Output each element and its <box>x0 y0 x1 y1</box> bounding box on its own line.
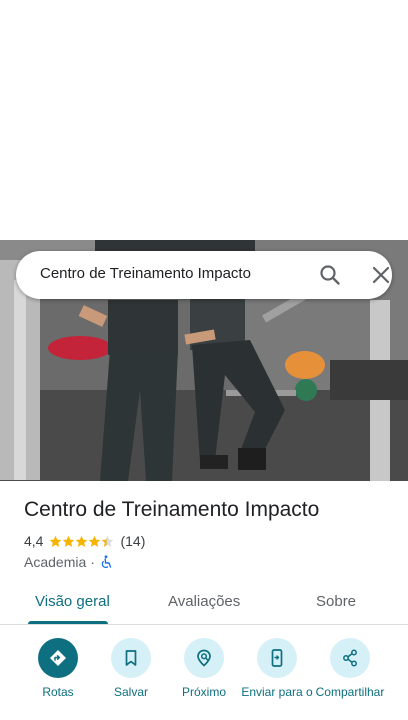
star-icon <box>63 535 75 547</box>
place-category: Academia <box>24 554 87 570</box>
search-query-text[interactable]: Centro de Treinamento Impacto <box>40 265 251 282</box>
send-to-phone-icon[interactable] <box>257 638 297 678</box>
share-icon[interactable] <box>330 638 370 678</box>
close-icon[interactable] <box>370 264 392 286</box>
share-label: Compartilhar <box>315 685 385 699</box>
share-button[interactable]: Compartilhar <box>310 638 390 700</box>
place-details-screen: Centro de Treinamento Impacto Centro de … <box>0 0 408 720</box>
reviews-count: (14) <box>120 533 146 549</box>
wheelchair-icon <box>99 555 113 569</box>
tab-overview[interactable]: Visão geral <box>35 593 110 610</box>
tab-about[interactable]: Sobre <box>316 593 356 610</box>
star-icon <box>102 535 114 547</box>
place-tabs: Visão geral Avaliações Sobre <box>0 580 408 625</box>
nearby-button[interactable]: Próximo <box>164 638 244 700</box>
save-button[interactable]: Salvar <box>91 638 171 700</box>
star-icon <box>50 535 62 547</box>
rating-stars <box>49 535 114 548</box>
search-icon[interactable] <box>318 263 342 287</box>
save-label: Salvar <box>113 685 148 699</box>
search-bar[interactable]: Centro de Treinamento Impacto <box>16 251 392 299</box>
category-row: Academia · <box>24 553 113 571</box>
category-separator: · <box>90 554 95 570</box>
send-to-phone-button[interactable]: Enviar para o <box>237 638 317 700</box>
rating-value: 4,4 <box>24 533 44 549</box>
directions-button[interactable]: Rotas <box>18 638 98 700</box>
directions-icon[interactable] <box>38 638 78 678</box>
send-to-phone-label: Enviar para o <box>241 685 313 699</box>
bookmark-icon[interactable] <box>111 638 151 678</box>
star-icon <box>76 535 88 547</box>
star-icon <box>89 535 101 547</box>
nearby-label: Próximo <box>181 685 226 699</box>
tab-selected-indicator <box>28 621 108 624</box>
nearby-icon[interactable] <box>184 638 224 678</box>
tab-reviews[interactable]: Avaliações <box>168 593 240 610</box>
place-title: Centro de Treinamento Impacto <box>24 498 320 521</box>
directions-label: Rotas <box>42 685 74 699</box>
rating-row[interactable]: 4,4 (14) <box>24 532 145 550</box>
